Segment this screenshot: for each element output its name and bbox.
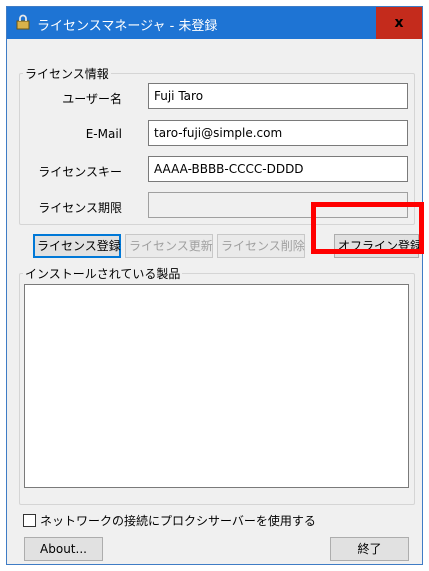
license-expiry-label: ライセンス期限 (38, 201, 122, 215)
title-bar[interactable]: ライセンスマネージャ - 未登録 x (7, 7, 422, 39)
about-button[interactable]: About... (24, 537, 103, 561)
delete-license-button: ライセンス削除 (217, 234, 305, 258)
license-info-group-label: ライセンス情報 (23, 65, 111, 82)
license-key-label: ライセンスキー (38, 165, 122, 179)
license-expiry-field (148, 192, 408, 218)
installed-products-list[interactable] (24, 284, 409, 488)
installed-products-group-label: インストールされている製品 (23, 265, 183, 282)
lock-icon (16, 14, 30, 30)
proxy-checkbox[interactable] (23, 514, 36, 527)
close-button[interactable]: x (376, 7, 422, 39)
update-license-button: ライセンス更新 (125, 234, 213, 258)
user-name-label: ユーザー名 (62, 92, 122, 106)
register-license-button[interactable]: ライセンス登録 (33, 234, 121, 258)
proxy-checkbox-label[interactable]: ネットワークの接続にプロクシサーバーを使用する (40, 512, 316, 529)
offline-register-button[interactable]: オフライン登録 (334, 234, 422, 258)
exit-button[interactable]: 終了 (330, 537, 409, 561)
license-key-field[interactable]: AAAA-BBBB-CCCC-DDDD (148, 156, 408, 182)
email-label: E-Mail (85, 127, 122, 141)
window-title: ライセンスマネージャ - 未登録 (37, 19, 218, 34)
email-field[interactable]: taro-fuji@simple.com (148, 120, 408, 146)
user-name-field[interactable]: Fuji Taro (148, 83, 408, 109)
